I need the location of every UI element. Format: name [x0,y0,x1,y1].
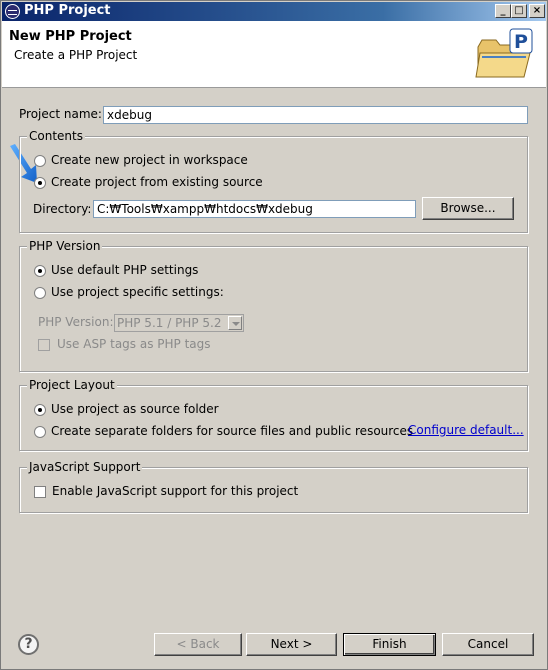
cancel-button[interactable]: Cancel [442,633,534,656]
chevron-down-icon [228,316,242,330]
create-new-project-label[interactable]: Create new project in workspace [51,153,248,167]
contents-legend: Contents [27,129,85,143]
browse-button[interactable]: Browse... [422,197,514,220]
wizard-description: Create a PHP Project [14,48,138,62]
use-project-source-label[interactable]: Use project as source folder [51,402,219,416]
php-project-dialog: PHP Project _ □ × New PHP Project Create… [0,0,548,670]
enable-javascript-checkbox[interactable] [34,486,46,498]
create-from-existing-radio[interactable] [34,177,46,189]
php-version-value: PHP 5.1 / PHP 5.2 [117,316,222,330]
eclipse-icon [5,4,20,19]
project-layout-legend: Project Layout [27,378,117,392]
use-default-php-radio[interactable] [34,265,46,277]
project-layout-group: Project Layout [19,378,528,451]
close-button[interactable]: × [529,4,545,18]
separate-folders-radio[interactable] [34,426,46,438]
minimize-button[interactable]: _ [495,4,511,18]
project-name-input[interactable]: xdebug [103,106,528,124]
create-from-existing-label[interactable]: Create project from existing source [51,175,263,189]
php-folder-icon: P [475,28,533,78]
next-button[interactable]: Next > [246,633,337,656]
title-bar: PHP Project _ □ × [2,2,546,21]
php-version-select[interactable]: PHP 5.1 / PHP 5.2 [114,314,244,332]
directory-input[interactable]: C:₩Tools₩xampp₩htdocs₩xdebug [93,200,416,218]
use-project-source-radio[interactable] [34,404,46,416]
asp-tags-checkbox[interactable] [38,339,50,351]
use-specific-php-radio[interactable] [34,287,46,299]
use-specific-php-label[interactable]: Use project specific settings: [51,285,224,299]
asp-tags-label: Use ASP tags as PHP tags [57,337,211,351]
configure-default-link[interactable]: Configure default... [408,423,524,437]
use-default-php-label[interactable]: Use default PHP settings [51,263,198,277]
wizard-header: New PHP Project Create a PHP Project P [2,21,546,88]
finish-button[interactable]: Finish [343,633,436,656]
php-version-label: PHP Version: [38,315,114,329]
back-button[interactable]: < Back [154,633,242,656]
project-name-label: Project name: [19,107,102,121]
svg-text:P: P [514,31,528,53]
enable-javascript-label[interactable]: Enable JavaScript support for this proje… [52,484,298,498]
maximize-button[interactable]: □ [511,4,527,18]
window-title: PHP Project [24,3,111,18]
create-new-project-radio[interactable] [34,155,46,167]
help-icon[interactable]: ? [18,634,39,655]
php-version-legend: PHP Version [27,239,103,253]
javascript-support-legend: JavaScript Support [27,460,143,474]
directory-label: Directory: [33,202,92,216]
separate-folders-label[interactable]: Create separate folders for source files… [51,424,413,438]
wizard-title: New PHP Project [9,29,132,44]
